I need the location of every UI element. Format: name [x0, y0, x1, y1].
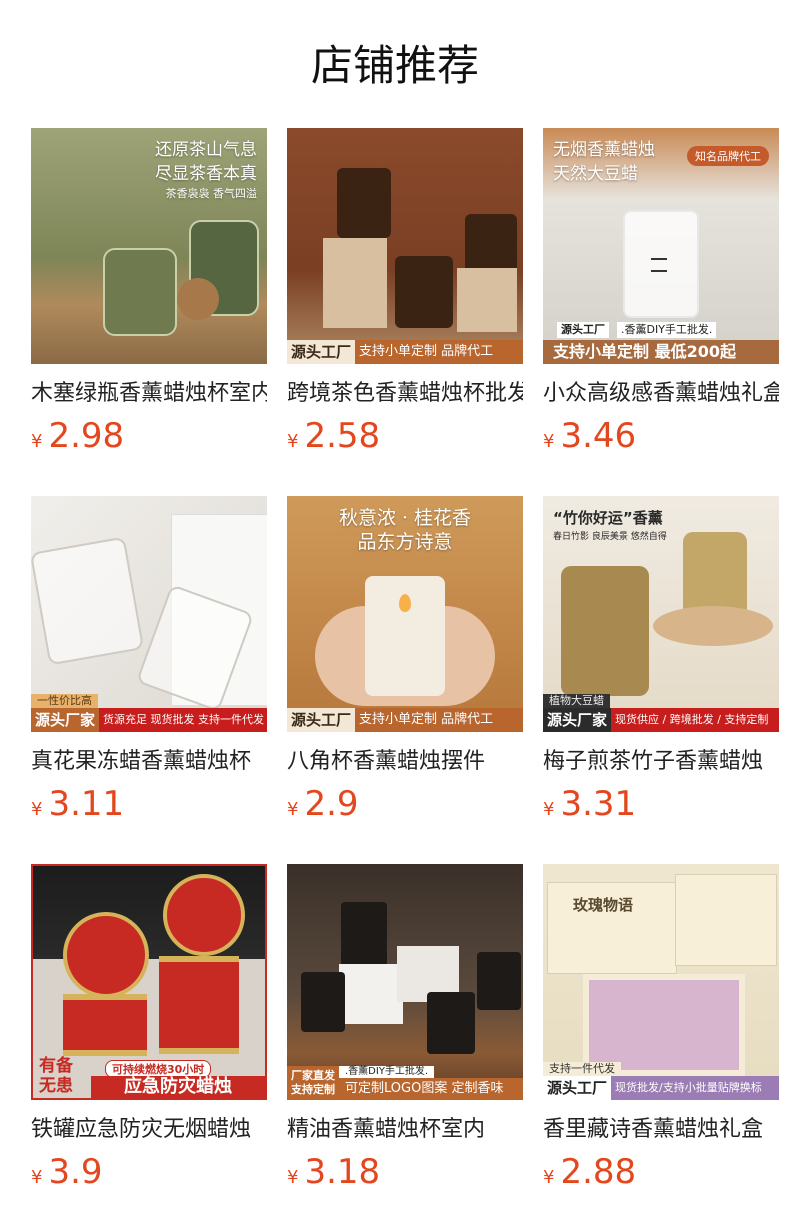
flame	[399, 594, 411, 612]
white-box	[339, 964, 403, 1024]
currency-symbol: ¥	[287, 431, 299, 452]
currency-symbol: ¥	[287, 1167, 299, 1188]
gift-box-lid	[675, 874, 777, 966]
black-candle	[341, 902, 387, 966]
product-name[interactable]: 真花果冻蜡香薰蜡烛杯	[31, 746, 267, 778]
promo-strip: 源头厂家 现货供应 / 跨境批发 / 支持定制	[543, 708, 779, 732]
candle-box	[457, 268, 517, 332]
price-value: 2.98	[48, 416, 125, 456]
product-name[interactable]: 铁罐应急防灾无烟蜡烛	[31, 1114, 267, 1146]
price-value: 2.88	[560, 1152, 637, 1192]
candle-jar	[337, 168, 391, 238]
image-caption: 还原茶山气息 尽显茶香本真 茶香袅袅 香气四溢	[155, 140, 257, 200]
currency-symbol: ¥	[31, 431, 43, 452]
price: ¥2.9	[287, 786, 523, 822]
product-card[interactable]: 一性价比高 源头厂家 货源充足 现货批发 支持一件代发 真花果冻蜡香薰蜡烛杯 ¥…	[31, 496, 267, 824]
product-grid: 还原茶山气息 尽显茶香本真 茶香袅袅 香气四溢 木塞绿瓶香薰蜡烛杯室内 ¥2.9…	[31, 128, 779, 1192]
product-card[interactable]: 无烟香薰蜡烛 天然大豆蜡 知名品牌代工 源头工厂 .香薰DIY手工批发. 支持小…	[543, 128, 779, 456]
product-image[interactable]: 玫瑰物语 支持一件代发 源头工厂 现货批发/支持小批量贴牌换标	[543, 864, 779, 1100]
product-card[interactable]: 有备 无患 可持续燃烧30小时 应急防灾蜡烛 铁罐应急防灾无烟蜡烛 ¥3.9	[31, 864, 267, 1192]
black-candle	[301, 972, 345, 1032]
promo-sub: 源头工厂 .香薰DIY手工批发.	[557, 322, 717, 338]
main-slogan: 应急防灾蜡烛	[91, 1076, 265, 1098]
promo-tag: 支持一件代发	[543, 1062, 621, 1076]
product-name[interactable]: 梅子煎茶竹子香薰蜡烛	[543, 746, 779, 778]
price: ¥3.31	[543, 786, 779, 822]
price: ¥3.46	[543, 418, 779, 454]
promo-strip: 源头厂家 货源充足 现货批发 支持一件代发	[31, 708, 267, 732]
product-name[interactable]: 木塞绿瓶香薰蜡烛杯室内	[31, 378, 267, 410]
product-card[interactable]: 厂家直发 支持定制 .香薰DIY手工批发. 可定制LOGO图案 定制香味 精油香…	[287, 864, 523, 1192]
currency-symbol: ¥	[543, 1167, 555, 1188]
product-image[interactable]: 有备 无患 可持续燃烧30小时 应急防灾蜡烛	[31, 864, 267, 1100]
product-card[interactable]: 源头工厂 支持小单定制 品牌代工 跨境茶色香薰蜡烛杯批发 ¥2.58	[287, 128, 523, 456]
image-caption: 秋意浓 · 桂花香 品东方诗意	[338, 507, 472, 553]
candle-jar	[395, 256, 453, 328]
product-name[interactable]: 小众高级感香薰蜡烛礼盒	[543, 378, 779, 410]
promo-tag: 植物大豆蜡	[543, 694, 610, 708]
price: ¥3.9	[31, 1154, 267, 1190]
candle-jar	[103, 248, 177, 336]
product-name[interactable]: 香里藏诗香薰蜡烛礼盒	[543, 1114, 779, 1146]
promo-strip: 源头工厂 现货批发/支持小批量贴牌换标	[543, 1076, 779, 1100]
jelly-candle	[31, 536, 145, 666]
price-value: 3.18	[304, 1152, 381, 1192]
price-value: 3.46	[560, 416, 637, 456]
price-value: 3.11	[48, 784, 125, 824]
product-image[interactable]: 厂家直发 支持定制 .香薰DIY手工批发. 可定制LOGO图案 定制香味	[287, 864, 523, 1100]
page-title: 店铺推荐	[310, 41, 479, 90]
slogan-top: 有备 无患	[39, 1056, 73, 1096]
tin-stack	[63, 994, 147, 1056]
price: ¥2.88	[543, 1154, 779, 1190]
price: ¥2.98	[31, 418, 267, 454]
price-value: 2.9	[304, 784, 359, 824]
candle-jar	[465, 214, 517, 274]
product-image[interactable]: 还原茶山气息 尽显茶香本真 茶香袅袅 香气四溢	[31, 128, 267, 364]
promo-tag: 一性价比高	[31, 694, 98, 708]
product-card[interactable]: 玫瑰物语 支持一件代发 源头工厂 现货批发/支持小批量贴牌换标 香里藏诗香薰蜡烛…	[543, 864, 779, 1192]
tin-can	[163, 874, 245, 956]
promo-panel: 厂家直发 支持定制 .香薰DIY手工批发. 可定制LOGO图案 定制香味	[287, 1066, 523, 1100]
product-card[interactable]: 还原茶山气息 尽显茶香本真 茶香袅袅 香气四溢 木塞绿瓶香薰蜡烛杯室内 ¥2.9…	[31, 128, 267, 456]
price-value: 2.58	[304, 416, 381, 456]
candle-logo	[651, 258, 667, 272]
currency-symbol: ¥	[31, 799, 43, 820]
product-image[interactable]: 无烟香薰蜡烛 天然大豆蜡 知名品牌代工 源头工厂 .香薰DIY手工批发. 支持小…	[543, 128, 779, 364]
product-card[interactable]: “竹你好运”香薰 春日竹影 良辰美景 悠然自得 植物大豆蜡 源头厂家 现货供应 …	[543, 496, 779, 824]
product-name[interactable]: 八角杯香薰蜡烛摆件	[287, 746, 523, 778]
product-image[interactable]: 源头工厂 支持小单定制 品牌代工	[287, 128, 523, 364]
price: ¥3.11	[31, 786, 267, 822]
price: ¥2.58	[287, 418, 523, 454]
gift-box-tray	[583, 974, 745, 1076]
price: ¥3.18	[287, 1154, 523, 1190]
cork-lid	[177, 278, 219, 320]
currency-symbol: ¥	[287, 799, 299, 820]
tin-stack	[159, 956, 239, 1054]
promo-strip: 源头工厂 支持小单定制 品牌代工	[287, 708, 523, 732]
product-image[interactable]: 秋意浓 · 桂花香 品东方诗意 源头工厂 支持小单定制 品牌代工	[287, 496, 523, 732]
price-value: 3.9	[48, 1152, 103, 1192]
product-name[interactable]: 精油香薰蜡烛杯室内	[287, 1114, 523, 1146]
price-value: 3.31	[560, 784, 637, 824]
wood-tray	[653, 606, 773, 646]
currency-symbol: ¥	[543, 431, 555, 452]
tin-can	[63, 912, 149, 998]
black-candle	[427, 992, 475, 1054]
product-name[interactable]: 跨境茶色香薰蜡烛杯批发	[287, 378, 523, 410]
product-card[interactable]: 秋意浓 · 桂花香 品东方诗意 源头工厂 支持小单定制 品牌代工 八角杯香薰蜡烛…	[287, 496, 523, 824]
product-image[interactable]: 一性价比高 源头厂家 货源充足 现货批发 支持一件代发	[31, 496, 267, 732]
promo-strip: 支持小单定制 最低200起	[543, 340, 779, 364]
black-candle	[477, 952, 521, 1010]
promo-strip: 源头工厂 支持小单定制 品牌代工	[287, 340, 523, 364]
currency-symbol: ¥	[543, 799, 555, 820]
box-title: 玫瑰物语	[573, 896, 634, 914]
brand-badge: 知名品牌代工	[687, 146, 769, 166]
product-image[interactable]: “竹你好运”香薰 春日竹影 良辰美景 悠然自得 植物大豆蜡 源头厂家 现货供应 …	[543, 496, 779, 732]
currency-symbol: ¥	[31, 1167, 43, 1188]
bamboo-candle	[561, 566, 649, 696]
candle-box	[323, 238, 387, 328]
